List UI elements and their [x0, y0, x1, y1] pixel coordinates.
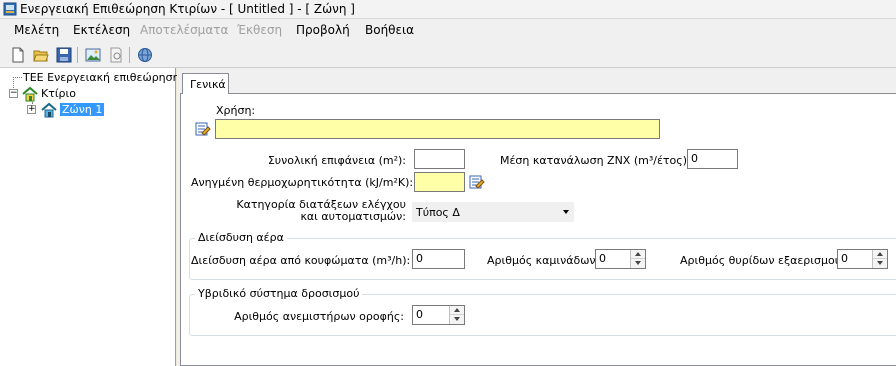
web-icon[interactable]	[137, 47, 153, 63]
menu-view[interactable]: Προβολή	[296, 23, 350, 37]
window-title: Ενεργειακή Επιθεώρηση Κτιρίων - [ Untitl…	[20, 2, 355, 16]
menu-execute[interactable]: Εκτέλεση	[73, 23, 130, 37]
open-folder-icon[interactable]	[33, 47, 49, 63]
stepper-up-button[interactable]	[450, 306, 464, 315]
new-file-icon[interactable]	[10, 47, 26, 63]
project-tree: ΤΕΕ Ενεργειακή επιθεώρηση − Κτίριο + Ζών…	[0, 68, 180, 366]
edit-list-icon[interactable]	[469, 174, 485, 190]
ceiling-fans-value: 0	[416, 308, 423, 321]
house-icon	[22, 86, 38, 102]
control-category-select[interactable]: Τύπος Δ	[412, 202, 574, 222]
save-icon[interactable]	[56, 47, 72, 63]
vent-openings-value: 0	[841, 252, 848, 265]
tree-collapse-building[interactable]: −	[9, 89, 18, 98]
vent-openings-label: Αριθμός θυρίδων εξαερισμού:	[680, 254, 845, 267]
toolbar-separator	[77, 47, 78, 63]
stepper-buttons	[872, 250, 887, 268]
stepper-down-button[interactable]	[450, 315, 464, 324]
hybrid-cooling-title: Υβριδικό σύστημα δροσισμού	[195, 287, 363, 300]
menu-help[interactable]: Βοήθεια	[365, 23, 414, 37]
image-icon[interactable]	[85, 47, 101, 63]
tree-line	[13, 77, 22, 78]
stepper-up-button[interactable]	[873, 250, 887, 259]
chevron-down-icon	[454, 317, 460, 321]
app-icon	[3, 2, 17, 16]
chevron-down-icon	[563, 210, 569, 214]
menu-study[interactable]: Μελέτη	[14, 23, 59, 37]
toolbar-separator	[129, 47, 130, 63]
frames-infiltration-label: Διείσδυση αέρα από κουφώματα (m³/h):	[191, 254, 411, 267]
chevron-up-icon	[635, 252, 641, 256]
stepper-up-button[interactable]	[631, 250, 645, 259]
total-area-label: Συνολική επιφάνεια (m²):	[267, 154, 406, 167]
heat-capacity-label: Ανηγμένη θερμοχωρητικότητα (kJ/m²K):	[191, 176, 414, 189]
chevron-down-icon	[877, 261, 883, 265]
ceiling-fans-label: Αριθμός ανεμιστήρων οροφής:	[234, 310, 404, 323]
print-preview-icon[interactable]	[108, 47, 124, 63]
air-infiltration-title: Διείσδυση αέρα	[195, 231, 287, 244]
ceiling-fans-stepper[interactable]: 0	[412, 305, 465, 325]
vent-openings-stepper[interactable]: 0	[837, 249, 888, 269]
dhw-consumption-field[interactable]: 0	[687, 149, 738, 169]
content-area: Χρήση: Συνολική επιφάνεια (m²): Μέση κατ…	[177, 68, 896, 366]
usage-field[interactable]	[215, 119, 660, 139]
tree-item-building[interactable]: Κτίριο	[41, 87, 76, 100]
chimneys-stepper[interactable]: 0	[595, 249, 646, 269]
menu-report[interactable]: Έκθεση	[237, 23, 282, 37]
dhw-consumption-label: Μέση κατανάλωση ΖΝΧ (m³/έτος):	[500, 154, 691, 167]
zone-icon	[41, 102, 57, 118]
edit-list-icon[interactable]	[195, 121, 211, 137]
control-category-label-line2: και αυτοματισμών:	[300, 210, 406, 223]
menu-bar: Μελέτη Εκτέλεση Αποτελέσματα Έκθεση Προβ…	[0, 19, 896, 43]
stepper-down-button[interactable]	[631, 259, 645, 268]
usage-label: Χρήση:	[216, 104, 256, 117]
stepper-buttons	[449, 306, 464, 324]
chimneys-value: 0	[599, 252, 606, 265]
stepper-down-button[interactable]	[873, 259, 887, 268]
tab-general[interactable]: Γενικά	[182, 73, 229, 94]
title-bar: Ενεργειακή Επιθεώρηση Κτιρίων - [ Untitl…	[0, 0, 896, 19]
chevron-down-icon	[635, 261, 641, 265]
tab-general-label: Γενικά	[190, 78, 226, 91]
tree-item-root[interactable]: ΤΕΕ Ενεργειακή επιθεώρηση	[23, 71, 180, 84]
chimneys-label: Αριθμός καμινάδων:	[487, 254, 600, 267]
tab-page-general: Χρήση: Συνολική επιφάνεια (m²): Μέση κατ…	[180, 93, 896, 366]
stepper-buttons	[630, 250, 645, 268]
menu-results[interactable]: Αποτελέσματα	[140, 23, 228, 37]
tree-expand-zone[interactable]: +	[27, 105, 36, 114]
chevron-up-icon	[877, 252, 883, 256]
chevron-up-icon	[454, 308, 460, 312]
control-category-value: Τύπος Δ	[416, 206, 460, 219]
frames-infiltration-field[interactable]: 0	[412, 249, 465, 269]
total-area-field[interactable]	[414, 149, 465, 169]
toolbar	[0, 43, 896, 68]
heat-capacity-field[interactable]	[414, 172, 465, 192]
tree-item-zone[interactable]: Ζώνη 1	[60, 103, 105, 116]
